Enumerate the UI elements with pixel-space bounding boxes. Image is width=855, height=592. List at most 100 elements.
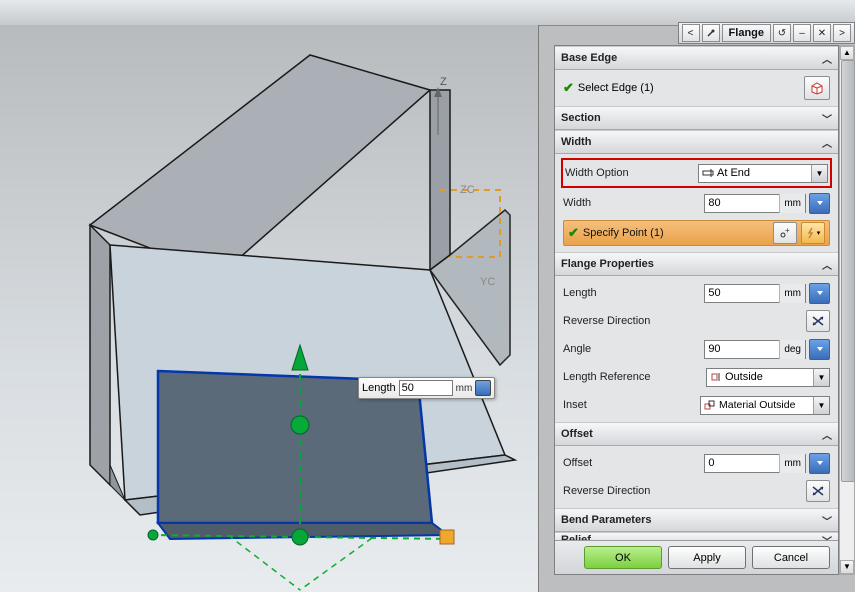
floating-length-label: Length	[362, 382, 396, 394]
length-reference-select[interactable]: Outside ▼	[706, 368, 830, 387]
length-unit: mm	[779, 284, 805, 303]
inset-row: Inset Material Outside ▼	[563, 394, 830, 416]
width-input[interactable]	[705, 195, 779, 212]
at-end-icon	[702, 167, 714, 179]
header-back-button[interactable]: <	[682, 24, 700, 42]
section-section-title: Section	[561, 112, 601, 124]
svg-text:+: +	[785, 227, 790, 235]
reverse-direction-offset-label: Reverse Direction	[563, 485, 650, 497]
dialog-footer: OK Apply Cancel	[555, 540, 838, 574]
width-dropdown-button[interactable]	[809, 193, 830, 214]
scroll-up-button[interactable]: ▲	[840, 46, 854, 60]
select-arrow-icon: ▼	[813, 397, 829, 414]
reverse-direction-button[interactable]	[806, 310, 830, 332]
width-option-select[interactable]: At End ▼	[698, 164, 828, 183]
check-icon: ✔	[568, 225, 579, 241]
header-pin-button[interactable]	[702, 24, 720, 42]
angle-row: Angle deg	[563, 338, 830, 360]
inferred-point-button[interactable]: ▾	[801, 222, 825, 244]
chevron-up-icon: ︿	[822, 51, 832, 66]
offset-dropdown-button[interactable]	[809, 453, 830, 474]
angle-unit: deg	[779, 340, 805, 359]
section-flange-props-title: Flange Properties	[561, 258, 654, 270]
header-forward-button[interactable]: >	[833, 24, 851, 42]
length-reference-label: Length Reference	[563, 371, 650, 383]
section-bend-header[interactable]: Bend Parameters ﹀	[555, 508, 838, 532]
check-icon: ✔	[563, 80, 574, 96]
length-input[interactable]	[705, 285, 779, 302]
inset-label: Inset	[563, 399, 587, 411]
length-reference-value: Outside	[725, 371, 763, 383]
scroll-down-button[interactable]: ▼	[840, 560, 854, 574]
ok-button[interactable]: OK	[584, 546, 662, 569]
chevron-down-icon: ﹀	[822, 533, 832, 541]
select-arrow-icon: ▼	[813, 369, 829, 386]
offset-input[interactable]	[705, 455, 779, 472]
section-bend-title: Bend Parameters	[561, 514, 652, 526]
floating-length-unit: mm	[456, 383, 473, 394]
section-flange-props-header[interactable]: Flange Properties ︿	[555, 252, 838, 276]
angle-label: Angle	[563, 343, 591, 355]
reverse-direction-offset-button[interactable]	[806, 480, 830, 502]
header-undo-button[interactable]: ↺	[773, 24, 791, 42]
section-offset-header[interactable]: Offset ︿	[555, 422, 838, 446]
chevron-up-icon: ︿	[822, 135, 832, 150]
header-close-button[interactable]: ✕	[813, 24, 831, 42]
flange-dialog-panel: Base Edge ︿ ✔ Select Edge (1) Section ﹀ …	[554, 45, 839, 575]
chevron-down-icon: ﹀	[822, 111, 832, 126]
specify-point-row[interactable]: ✔ Specify Point (1) + ▾	[563, 220, 830, 246]
width-label: Width	[563, 197, 591, 209]
angle-input[interactable]	[705, 341, 779, 358]
section-base-edge-title: Base Edge	[561, 52, 617, 64]
floating-length-input[interactable]: Length mm	[358, 377, 495, 399]
angle-dropdown-button[interactable]	[809, 339, 830, 360]
offset-unit: mm	[779, 454, 805, 473]
viewport-3d[interactable]: Z ZC YC Length mm	[0, 25, 539, 592]
reverse-direction-offset-row: Reverse Direction	[563, 480, 830, 502]
outside-icon	[710, 371, 722, 383]
length-reference-row: Length Reference Outside ▼	[563, 366, 830, 388]
svg-text:ZC: ZC	[460, 184, 475, 196]
reverse-direction-label: Reverse Direction	[563, 315, 650, 327]
section-relief-header[interactable]: Relief ﹀	[555, 532, 838, 540]
offset-value-row: Offset mm	[563, 452, 830, 474]
material-outside-icon	[704, 399, 716, 411]
width-option-value: At End	[717, 167, 750, 179]
specify-point-label: Specify Point (1)	[583, 227, 769, 239]
apply-button[interactable]: Apply	[668, 546, 746, 569]
floating-length-dropdown[interactable]	[475, 380, 491, 396]
inset-value: Material Outside	[719, 399, 795, 411]
point-constructor-button[interactable]: +	[773, 222, 797, 244]
header-minimize-button[interactable]: –	[793, 24, 811, 42]
chevron-up-icon: ︿	[822, 257, 832, 272]
model-sketch: Z ZC YC	[0, 25, 538, 592]
dialog-header-bar: < Flange ↺ – ✕ >	[678, 22, 855, 44]
width-input-wrap: mm	[704, 194, 806, 213]
select-edge-row[interactable]: ✔ Select Edge (1)	[555, 70, 838, 106]
panel-scrollbar[interactable]: ▲ ▼	[839, 45, 855, 575]
length-label: Length	[563, 287, 597, 299]
width-value-row: Width mm	[563, 192, 830, 214]
offset-label: Offset	[563, 457, 592, 469]
select-arrow-icon: ▼	[811, 165, 827, 182]
chevron-up-icon: ︿	[822, 427, 832, 442]
section-width-title: Width	[561, 136, 591, 148]
width-option-label: Width Option	[565, 167, 629, 179]
svg-text:Z: Z	[440, 76, 447, 88]
section-section-header[interactable]: Section ﹀	[555, 106, 838, 130]
section-width-header[interactable]: Width ︿	[555, 130, 838, 154]
floating-length-field[interactable]	[399, 380, 453, 396]
section-offliterally-offset-title: Offset	[561, 428, 593, 440]
select-edge-label: Select Edge (1)	[578, 82, 804, 94]
reverse-direction-length-row: Reverse Direction	[563, 310, 830, 332]
svg-text:YC: YC	[480, 276, 495, 288]
chevron-down-icon: ﹀	[822, 513, 832, 528]
width-option-row: Width Option At End ▼	[561, 158, 832, 188]
dialog-title: Flange	[722, 24, 771, 42]
length-dropdown-button[interactable]	[809, 283, 830, 304]
scroll-thumb[interactable]	[841, 60, 855, 482]
cancel-button[interactable]: Cancel	[752, 546, 830, 569]
select-edge-picker-button[interactable]	[804, 76, 830, 100]
section-base-edge-header[interactable]: Base Edge ︿	[555, 46, 838, 70]
inset-select[interactable]: Material Outside ▼	[700, 396, 830, 415]
